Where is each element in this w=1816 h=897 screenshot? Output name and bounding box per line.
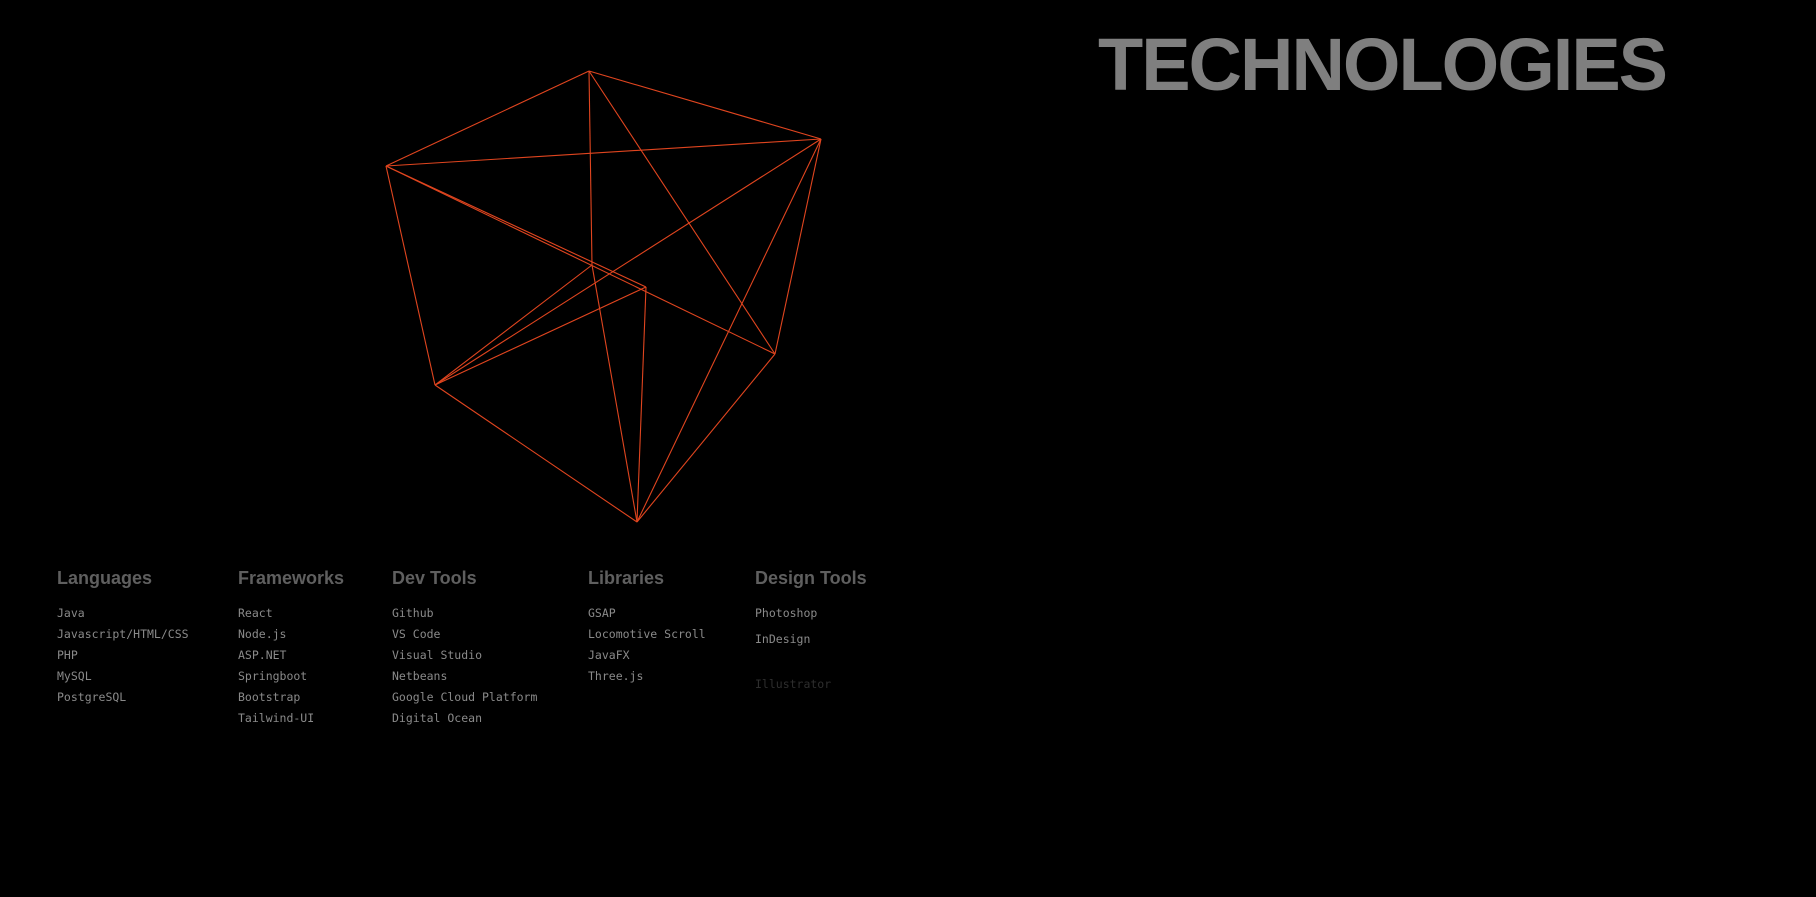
column-heading-design-tools: Design Tools [755, 568, 867, 588]
cube-edge [588, 70, 822, 140]
dev-tools-list: Github VS Code Visual Studio Netbeans Go… [392, 603, 537, 729]
languages-column: Languages Java Javascript/HTML/CSS PHP M… [57, 566, 189, 708]
list-item: React [238, 606, 273, 620]
list-item: InDesign [755, 632, 811, 646]
cube-edge [434, 384, 638, 523]
page-title: TECHNOLOGIES [1098, 23, 1668, 106]
list-item: Digital Ocean [392, 711, 483, 725]
column-heading-frameworks: Frameworks [238, 568, 345, 588]
page: TECHNOLOGIES Languages Java Javascript/H… [0, 0, 1816, 897]
list-item: Tailwind-UI [238, 711, 315, 725]
list-item: GSAP [588, 606, 616, 620]
cube-edge [434, 138, 822, 386]
cube-edge [591, 264, 638, 523]
list-item: Java [57, 606, 85, 620]
list-item: PostgreSQL [57, 690, 127, 704]
list-item: ASP.NET [238, 648, 287, 662]
cube-edge [774, 138, 822, 355]
cube-edge [636, 286, 647, 523]
cube-edge [434, 264, 593, 386]
cube-edge [385, 165, 776, 355]
list-item: Google Cloud Platform [392, 690, 538, 704]
cube-edge [434, 286, 647, 386]
libraries-list: GSAP Locomotive Scroll JavaFX Three.js [588, 603, 706, 687]
cube-edge [385, 138, 822, 167]
cube-edge [385, 70, 590, 167]
design-tools-column: Design Tools Photoshop InDesign Illustra… [755, 566, 867, 695]
cube-edge [636, 353, 776, 523]
list-item: Visual Studio [392, 648, 483, 662]
list-item: Node.js [238, 627, 287, 641]
frameworks-list: React Node.js ASP.NET Springboot Bootstr… [238, 603, 344, 729]
dev-tools-column: Dev Tools Github VS Code Visual Studio N… [392, 566, 537, 729]
list-item: Illustrator [755, 677, 832, 691]
design-tools-list: Photoshop InDesign Illustrator [755, 603, 867, 695]
list-item: Three.js [588, 669, 644, 683]
cube-edge [385, 165, 647, 288]
list-item: Bootstrap [238, 690, 301, 704]
cube-edge [636, 138, 822, 523]
list-item: MySQL [57, 669, 92, 683]
list-item: Springboot [238, 669, 308, 683]
list-item: Photoshop [755, 606, 818, 620]
frameworks-column: Frameworks React Node.js ASP.NET Springb… [238, 566, 344, 729]
libraries-column: Libraries GSAP Locomotive Scroll JavaFX … [588, 566, 706, 687]
column-heading-languages: Languages [57, 568, 153, 588]
list-item: Netbeans [392, 669, 448, 683]
list-item: JavaFX [588, 648, 630, 662]
list-item: Locomotive Scroll [588, 627, 706, 641]
languages-list: Java Javascript/HTML/CSS PHP MySQL Postg… [57, 603, 189, 708]
column-heading-dev-tools: Dev Tools [392, 568, 477, 588]
cube-edge [588, 70, 776, 355]
cube-edge [588, 70, 593, 266]
column-heading-libraries: Libraries [588, 568, 665, 588]
list-item: VS Code [392, 627, 441, 641]
list-item: PHP [57, 648, 78, 662]
cube-edge [385, 165, 436, 386]
list-item: Github [392, 606, 434, 620]
list-item: Javascript/HTML/CSS [57, 627, 189, 641]
